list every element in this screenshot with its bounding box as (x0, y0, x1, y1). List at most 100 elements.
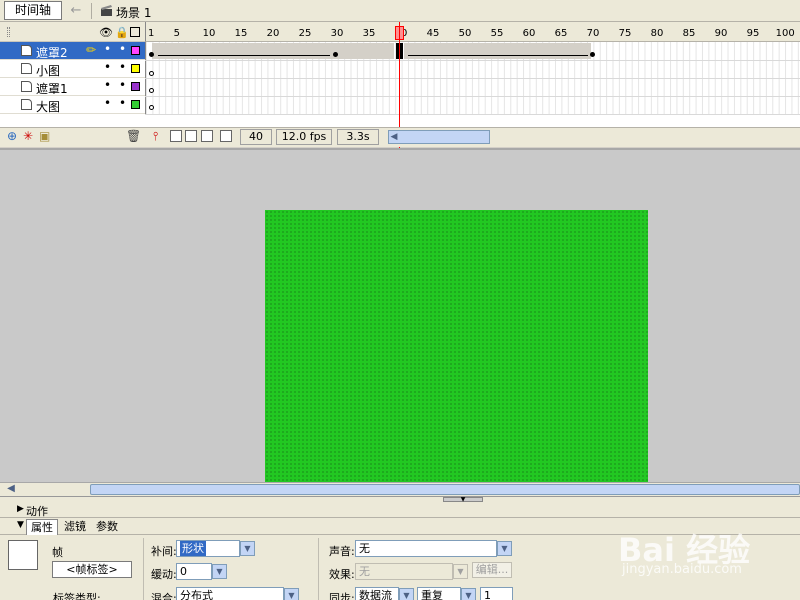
ease-label: 缓动: (151, 568, 177, 581)
actions-label[interactable]: 动作 (26, 503, 48, 519)
repeat-count-input[interactable]: 1 (480, 587, 513, 600)
ruler-tick-label: 60 (522, 28, 536, 39)
label-type-label: 标签类型: (53, 592, 101, 600)
visibility-dot[interactable]: • (104, 60, 111, 74)
ruler-tick-label: 30 (330, 28, 344, 39)
ruler-tick-label: 75 (618, 28, 632, 39)
visibility-dot[interactable]: • (104, 78, 111, 92)
lock-dot[interactable]: • (119, 78, 126, 92)
panel-divider (318, 538, 319, 600)
layer-color-swatch[interactable] (131, 46, 140, 55)
ruler-tick-label: 25 (298, 28, 312, 39)
keyframe[interactable] (149, 52, 154, 57)
scene-label[interactable]: 场景 1 (116, 4, 151, 21)
lock-dot[interactable]: • (119, 42, 126, 56)
trash-icon[interactable]: 🗑 (126, 129, 141, 143)
ruler-tick-label: 45 (426, 28, 440, 39)
add-folder-icon[interactable]: ▣ (39, 129, 50, 143)
tab-filters[interactable]: 滤镜 (64, 519, 86, 534)
eye-icon[interactable]: 👁 (99, 26, 113, 39)
onion-skin-icon[interactable] (170, 130, 182, 142)
layer-name[interactable]: 遮罩1 (36, 80, 68, 97)
frame-label: 帧 (52, 546, 63, 559)
dropdown-arrow-icon[interactable]: ▼ (399, 588, 414, 600)
scroll-thumb[interactable] (90, 484, 800, 495)
back-arrow-icon[interactable]: ← (66, 2, 86, 20)
effect-label: 效果: (329, 568, 355, 581)
panel-collapse-bar[interactable] (0, 496, 800, 503)
green-shape[interactable] (265, 210, 648, 482)
layer-row[interactable]: 遮罩2 ✏ • • (0, 42, 145, 60)
timeline-tab[interactable]: 时间轴 (4, 1, 62, 20)
fps-readout[interactable]: 12.0 fps (276, 129, 332, 145)
scroll-left-icon[interactable]: ◀ (4, 483, 18, 495)
edit-multiple-frames-icon[interactable] (201, 130, 213, 142)
tween-span[interactable] (404, 43, 591, 59)
layer-name[interactable]: 小图 (36, 62, 60, 79)
tween-select[interactable]: 形状 (176, 540, 240, 557)
dropdown-arrow-icon[interactable]: ▼ (240, 541, 255, 556)
blend-select[interactable]: 分布式 (176, 587, 284, 600)
timeline-scrollbar[interactable] (388, 130, 490, 144)
frame-row-divider (145, 60, 800, 61)
ruler-tick-label: 65 (554, 28, 568, 39)
onion-outline-icon[interactable] (185, 130, 197, 142)
outline-toggle-icon[interactable] (130, 27, 140, 37)
effect-select: 无 (355, 563, 453, 580)
scene-clapper-icon (101, 5, 112, 16)
layer-row[interactable]: 遮罩1 • • (0, 78, 145, 96)
lock-dot[interactable]: • (119, 96, 126, 110)
layer-color-swatch[interactable] (131, 64, 140, 73)
collapse-arrow-icon[interactable]: ▼ (17, 520, 24, 530)
empty-keyframe[interactable] (149, 71, 154, 76)
keyframe[interactable] (590, 52, 595, 57)
frame-label-input[interactable]: <帧标签> (52, 561, 132, 578)
add-layer-icon[interactable]: ⊕ (7, 129, 17, 143)
actions-panel-header[interactable] (0, 503, 800, 518)
layer-color-swatch[interactable] (131, 100, 140, 109)
layer-name[interactable]: 大图 (36, 98, 60, 115)
ease-input[interactable]: 0 (176, 563, 212, 580)
layer-name[interactable]: 遮罩2 (36, 44, 68, 61)
ruler-tick-label: 10 (202, 28, 216, 39)
layer-row[interactable]: 小图 • • (0, 60, 145, 78)
ruler-tick-label: 90 (714, 28, 728, 39)
sync-select[interactable]: 数据流 (355, 587, 399, 600)
blend-label: 混合: (151, 592, 177, 600)
layer-row[interactable]: 大图 • • (0, 96, 145, 114)
dropdown-arrow-icon[interactable]: ▼ (497, 541, 512, 556)
layer-type-icon (21, 81, 32, 92)
dropdown-arrow-icon[interactable]: ▼ (284, 588, 299, 600)
lock-icon[interactable]: 🔒 (115, 26, 129, 39)
tab-parameters[interactable]: 参数 (96, 519, 118, 534)
panel-grip[interactable] (7, 27, 10, 37)
ruler-tick-label: 100 (775, 28, 795, 39)
sound-select[interactable]: 无 (355, 540, 497, 557)
tab-properties[interactable]: 属性 (26, 519, 58, 535)
tween-span[interactable] (332, 43, 394, 59)
empty-keyframe[interactable] (149, 105, 154, 110)
tween-arrow-line (408, 55, 588, 56)
scroll-left-icon[interactable]: ◀ (388, 130, 400, 144)
visibility-dot[interactable]: • (104, 96, 111, 110)
collapse-arrow-icon[interactable]: ▼ (443, 497, 483, 503)
layer-type-icon (21, 45, 32, 56)
ruler-tick-label: 1 (148, 28, 155, 39)
frame-row-divider (145, 78, 800, 79)
add-guide-layer-icon[interactable]: ✳ (23, 129, 33, 143)
layer-color-swatch[interactable] (131, 82, 140, 91)
pencil-icon: ✏ (86, 43, 97, 57)
empty-keyframe[interactable] (149, 88, 154, 93)
dropdown-arrow-icon[interactable]: ▼ (461, 588, 476, 600)
center-frame-icon[interactable]: ⫯ (153, 129, 158, 144)
tween-span[interactable] (152, 43, 332, 59)
ruler-tick-label: 85 (682, 28, 696, 39)
ease-slider-arrow-icon[interactable]: ▼ (212, 564, 227, 579)
visibility-dot[interactable]: • (104, 42, 111, 56)
keyframe[interactable] (333, 52, 338, 57)
modify-markers-icon[interactable] (220, 130, 232, 142)
expand-arrow-icon[interactable]: ▶ (17, 504, 24, 514)
lock-dot[interactable]: • (119, 60, 126, 74)
repeat-select[interactable]: 重复 (417, 587, 461, 600)
edit-sound-button: 编辑... (472, 562, 512, 578)
